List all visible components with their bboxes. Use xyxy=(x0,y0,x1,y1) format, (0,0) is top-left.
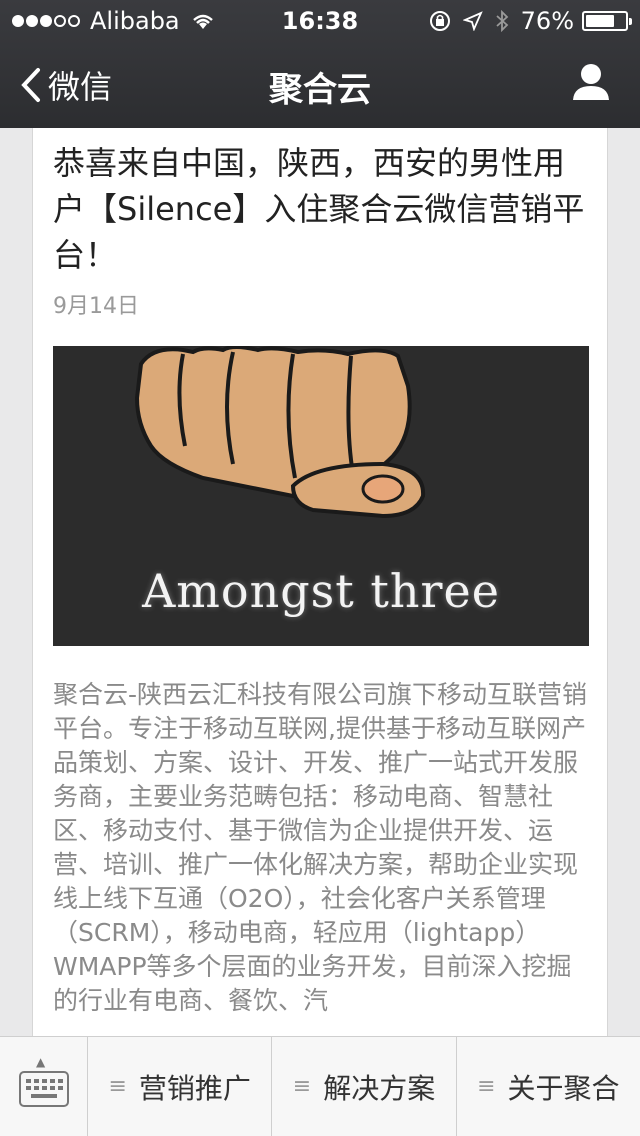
bluetooth-icon xyxy=(495,10,509,32)
status-bar: Alibaba 16:38 76% xyxy=(0,0,640,40)
rotation-lock-icon xyxy=(429,10,451,32)
article-body: 聚合云-陕西云汇科技有限公司旗下移动互联营销平台。专注于移动互联网,提供基于移动… xyxy=(53,680,588,1015)
menu-list-icon: ≡ xyxy=(292,1074,312,1099)
caret-up-icon: ▲ xyxy=(36,1055,46,1069)
user-icon xyxy=(573,64,609,100)
menu-solutions[interactable]: ≡ 解决方案 xyxy=(272,1037,457,1136)
page-title: 聚合云 xyxy=(269,70,371,110)
bottom-menu-bar: ▲ ≡ 营销推广 ≡ 解决方案 ≡ 关于聚合 xyxy=(0,1036,640,1136)
menu-item-label: 解决方案 xyxy=(323,1071,436,1105)
menu-about[interactable]: ≡ 关于聚合 xyxy=(457,1037,640,1136)
header: Alibaba 16:38 76% 微信 聚合云 xyxy=(0,0,640,128)
location-icon xyxy=(462,11,483,31)
menu-list-icon: ≡ xyxy=(477,1074,496,1099)
menu-item-label: 关于聚合 xyxy=(507,1071,620,1105)
menu-list-icon: ≡ xyxy=(108,1074,127,1099)
article-title: 恭喜来自中国，陕西，西安的男性用户【Silence】入住聚合云微信营销平台！ xyxy=(53,144,585,274)
profile-button[interactable] xyxy=(572,62,610,106)
battery-icon xyxy=(582,11,632,31)
battery-percent: 76% xyxy=(520,7,574,35)
nav-bar: 微信 聚合云 xyxy=(0,40,640,128)
article-image[interactable]: Amongst three xyxy=(53,346,589,646)
menu-item-label: 营销推广 xyxy=(138,1071,251,1105)
image-caption: Amongst three xyxy=(142,564,500,618)
article-date: 9月14日 xyxy=(53,294,139,319)
article-card: 恭喜来自中国，陕西，西安的男性用户【Silence】入住聚合云微信营销平台！ 9… xyxy=(32,128,608,1038)
keyboard-icon xyxy=(19,1071,69,1107)
keyboard-toggle-button[interactable]: ▲ xyxy=(0,1037,88,1136)
menu-marketing-promotion[interactable]: ≡ 营销推广 xyxy=(88,1037,273,1136)
